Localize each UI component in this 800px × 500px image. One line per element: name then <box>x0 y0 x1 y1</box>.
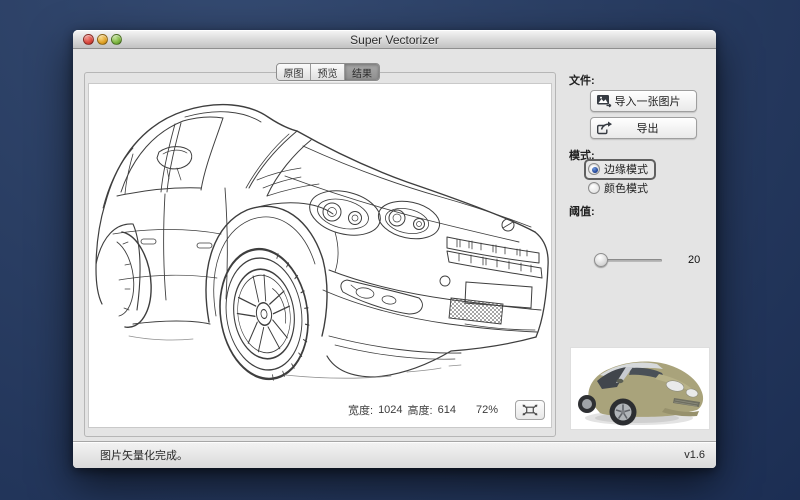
statusbar: 图片矢量化完成。 v1.6 <box>73 441 716 468</box>
threshold-slider[interactable] <box>596 259 662 262</box>
import-image-button[interactable]: 导入一张图片 <box>590 90 697 112</box>
export-button[interactable]: 导出 <box>590 117 697 139</box>
radio-edge-mode[interactable]: 边缘模式 <box>584 159 656 180</box>
export-icon <box>596 121 613 135</box>
width-value: 1024 <box>378 404 402 416</box>
titlebar[interactable]: Super Vectorizer <box>73 30 716 49</box>
app-window: Super Vectorizer <box>73 30 716 468</box>
height-label: 高度: <box>408 402 433 418</box>
radio-selected-icon <box>588 163 600 175</box>
threshold-slider-row: 20 <box>596 254 700 266</box>
canvas-groupbox: 宽度: 1024 高度: 614 72% <box>84 72 556 437</box>
view-tabs: 原图 预览 结果 <box>276 63 380 81</box>
export-label: 导出 <box>613 120 682 136</box>
edge-mode-label: 边缘模式 <box>604 161 648 177</box>
threshold-value: 20 <box>688 254 700 266</box>
import-image-label: 导入一张图片 <box>613 93 682 109</box>
status-message: 图片矢量化完成。 <box>100 447 188 463</box>
result-canvas[interactable]: 宽度: 1024 高度: 614 72% <box>88 83 552 428</box>
import-image-icon <box>596 94 613 108</box>
slider-knob[interactable] <box>594 253 608 267</box>
fit-to-window-icon <box>522 404 538 416</box>
source-car-photo <box>571 348 710 430</box>
color-mode-label: 颜色模式 <box>604 180 648 196</box>
height-value: 614 <box>438 404 456 416</box>
version-label: v1.6 <box>684 449 705 461</box>
radio-unselected-icon <box>588 182 600 194</box>
file-section-label: 文件: <box>569 72 595 88</box>
source-image-thumbnail <box>570 347 710 430</box>
tab-preview[interactable]: 预览 <box>311 64 345 80</box>
width-label: 宽度: <box>348 402 373 418</box>
radio-color-mode[interactable]: 颜色模式 <box>588 180 648 196</box>
tab-result[interactable]: 结果 <box>345 64 379 80</box>
zoom-percent: 72% <box>476 404 498 416</box>
window-title: Super Vectorizer <box>73 33 716 47</box>
threshold-section-label: 阈值: <box>569 203 595 219</box>
tab-original[interactable]: 原图 <box>277 64 311 80</box>
fit-button[interactable] <box>515 400 545 420</box>
vectorized-car-drawing <box>89 84 553 429</box>
